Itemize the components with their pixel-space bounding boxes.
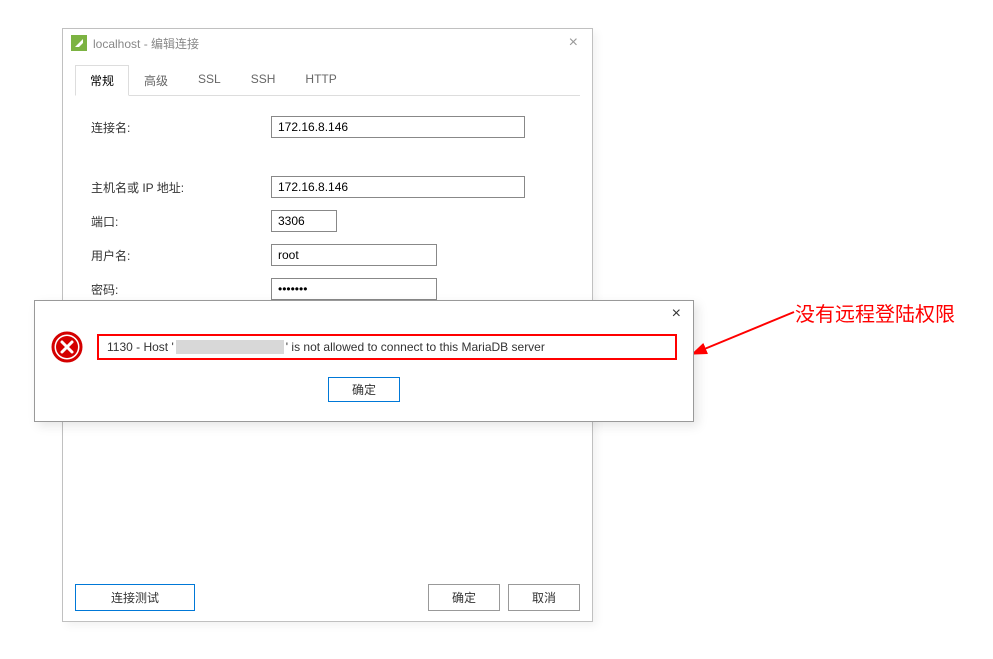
redacted-host bbox=[176, 340, 284, 354]
error-titlebar: × bbox=[35, 301, 693, 327]
tab-ssl[interactable]: SSL bbox=[183, 65, 236, 95]
window-title: localhost - 编辑连接 bbox=[93, 35, 563, 52]
error-confirm-button[interactable]: 确定 bbox=[328, 377, 400, 402]
ok-button[interactable]: 确定 bbox=[428, 584, 500, 611]
password-label: 密码: bbox=[91, 281, 271, 298]
error-text-suffix: ' is not allowed to connect to this Mari… bbox=[286, 340, 545, 354]
test-connection-button[interactable]: 连接测试 bbox=[75, 584, 195, 611]
tab-advanced[interactable]: 高级 bbox=[129, 65, 183, 95]
titlebar: localhost - 编辑连接 × bbox=[63, 29, 592, 57]
connection-name-input[interactable] bbox=[271, 116, 525, 138]
error-message: 1130 - Host ' ' is not allowed to connec… bbox=[97, 334, 677, 360]
cancel-button[interactable]: 取消 bbox=[508, 584, 580, 611]
tab-http[interactable]: HTTP bbox=[290, 65, 351, 95]
annotation-text: 没有远程登陆权限 bbox=[795, 298, 955, 327]
connection-name-label: 连接名: bbox=[91, 119, 271, 136]
port-input[interactable] bbox=[271, 210, 337, 232]
host-label: 主机名或 IP 地址: bbox=[91, 179, 271, 196]
annotation-arrow bbox=[694, 300, 804, 360]
close-icon[interactable]: × bbox=[563, 34, 584, 52]
port-label: 端口: bbox=[91, 213, 271, 230]
error-icon bbox=[51, 331, 83, 363]
bottom-bar: 连接测试 确定 取消 bbox=[75, 584, 580, 611]
password-input[interactable] bbox=[271, 278, 437, 300]
user-label: 用户名: bbox=[91, 247, 271, 264]
app-icon bbox=[71, 35, 87, 51]
tab-general[interactable]: 常规 bbox=[75, 65, 129, 96]
tab-ssh[interactable]: SSH bbox=[236, 65, 291, 95]
error-text-prefix: 1130 - Host ' bbox=[107, 340, 174, 354]
tabs-bar: 常规 高级 SSL SSH HTTP bbox=[75, 65, 580, 96]
host-input[interactable] bbox=[271, 176, 525, 198]
error-dialog: × 1130 - Host ' ' is not allowed to conn… bbox=[34, 300, 694, 422]
error-close-icon[interactable]: × bbox=[668, 305, 685, 323]
user-input[interactable] bbox=[271, 244, 437, 266]
